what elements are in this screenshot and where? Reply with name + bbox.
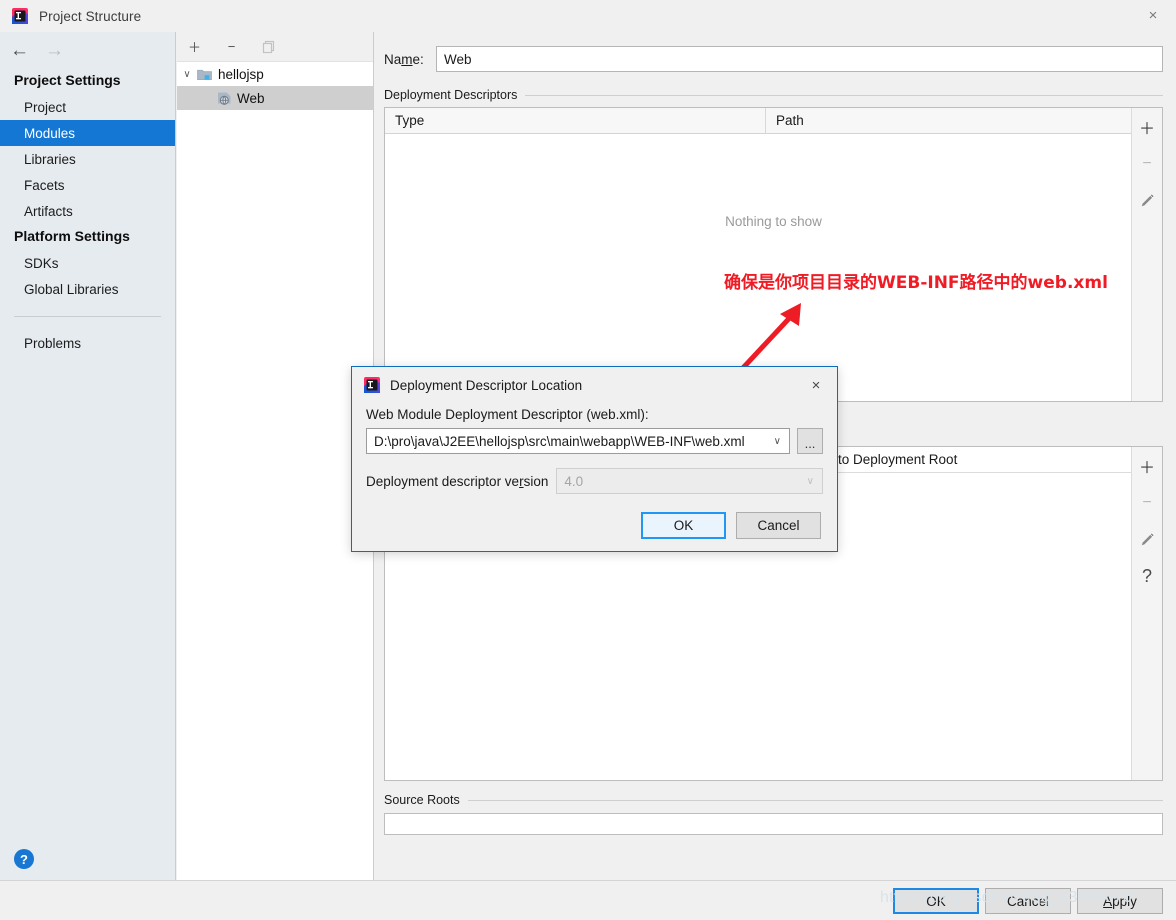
module-name-input[interactable] — [436, 46, 1163, 72]
descriptor-path-combobox[interactable]: D:\pro\java\J2EE\hellojsp\src\main\webap… — [366, 428, 790, 454]
intellij-idea-logo-icon — [364, 377, 390, 393]
deployment-descriptor-location-dialog: Deployment Descriptor Location × Web Mod… — [351, 366, 838, 552]
edit-descriptor-icon[interactable] — [1132, 182, 1163, 219]
sidebar-item-project[interactable]: Project — [0, 94, 175, 120]
descriptor-version-value: 4.0 — [564, 473, 584, 489]
sidebar-item-libraries[interactable]: Libraries — [0, 146, 175, 172]
descriptor-version-row: Deployment descriptor version 4.0 ∨ — [366, 468, 823, 494]
module-name-row: Name: — [384, 46, 1163, 72]
sidebar-item-label: Facets — [24, 177, 65, 193]
dialog-close-icon[interactable]: × — [799, 371, 833, 399]
sidebar-navigation: ← → — [0, 32, 175, 68]
remove-resource-icon[interactable]: − — [1132, 484, 1163, 521]
sidebar-item-label: Modules — [24, 125, 76, 141]
dialog-ok-button[interactable]: OK — [641, 512, 726, 539]
tree-node-web[interactable]: Web — [177, 86, 373, 110]
sidebar-divider — [14, 316, 161, 317]
section-rule — [467, 799, 1163, 801]
chevron-down-icon[interactable]: ∨ — [774, 436, 781, 447]
section-rule — [525, 94, 1163, 96]
remove-module-icon[interactable]: − — [223, 38, 240, 55]
sidebar-item-label: Global Libraries — [24, 281, 119, 297]
descriptors-side-toolbar: ＋ − — [1131, 108, 1162, 401]
browse-file-button[interactable]: ... — [797, 428, 823, 454]
edit-resource-icon[interactable] — [1132, 521, 1163, 558]
copy-module-icon[interactable] — [260, 38, 277, 55]
back-arrow-icon[interactable]: ← — [10, 41, 29, 60]
column-header-path[interactable]: Path — [765, 108, 1131, 133]
project-structure-window: Project Structure × ← → Project Settings… — [0, 0, 1176, 920]
resources-side-toolbar: ＋ − ? — [1131, 447, 1162, 780]
dialog-title: Deployment Descriptor Location — [390, 377, 583, 393]
source-roots-section-header: Source Roots — [384, 793, 1163, 807]
add-resource-icon[interactable]: ＋ — [1132, 447, 1163, 484]
tree-node-label: hellojsp — [218, 66, 264, 82]
intellij-idea-logo-icon — [12, 8, 28, 24]
sidebar-item-label: Artifacts — [24, 203, 73, 219]
web-facet-icon — [217, 91, 232, 105]
dialog-titlebar: Deployment Descriptor Location × — [352, 367, 837, 403]
tree-node-hellojsp[interactable]: ∨ hellojsp — [177, 62, 373, 86]
annotation-text: 确保是你项目目录的WEB-INF路径中的web.xml — [724, 273, 1108, 293]
remove-descriptor-icon[interactable]: − — [1132, 145, 1163, 182]
module-tree-toolbar: ＋ − — [177, 32, 373, 62]
window-close-icon[interactable]: × — [1130, 0, 1176, 30]
descriptor-version-combobox[interactable]: 4.0 ∨ — [556, 468, 823, 494]
sidebar-group-project-settings: Project Settings — [14, 72, 121, 88]
sidebar-item-global-libraries[interactable]: Global Libraries — [0, 276, 175, 302]
sidebar-item-facets[interactable]: Facets — [0, 172, 175, 198]
sidebar-item-label: Libraries — [24, 151, 76, 167]
source-roots-box[interactable] — [384, 813, 1163, 835]
module-name-label: Name: — [384, 51, 424, 67]
tree-node-label: Web — [237, 90, 265, 106]
window-title: Project Structure — [39, 8, 142, 24]
module-tree-panel: ＋ − ∨ hellojsp Web — [177, 32, 374, 880]
dialog-button-row: OK Cancel — [641, 512, 821, 539]
column-header-type[interactable]: Type — [385, 108, 765, 133]
watermark-text: https://blog.csdn.net/qq_43936670 — [880, 889, 1133, 906]
sidebar-item-label: Problems — [24, 335, 82, 351]
descriptor-path-label: Web Module Deployment Descriptor (web.xm… — [366, 407, 649, 422]
chevron-down-icon[interactable]: ∨ — [177, 69, 197, 80]
help-icon[interactable]: ? — [14, 849, 34, 869]
sidebar-item-artifacts[interactable]: Artifacts — [0, 198, 175, 224]
chevron-down-icon[interactable]: ∨ — [807, 476, 814, 487]
window-titlebar: Project Structure × — [0, 0, 1176, 32]
sidebar-item-sdks[interactable]: SDKs — [0, 250, 175, 276]
module-folder-icon — [197, 68, 212, 81]
help-resource-icon[interactable]: ? — [1132, 558, 1163, 595]
dialog-cancel-button[interactable]: Cancel — [736, 512, 821, 539]
deployment-descriptors-section-header: Deployment Descriptors — [384, 88, 1163, 102]
source-roots-title: Source Roots — [384, 793, 460, 807]
add-descriptor-icon[interactable]: ＋ — [1132, 108, 1163, 145]
table-header-row: Type Path — [385, 108, 1162, 134]
sidebar-item-label: SDKs — [24, 255, 59, 271]
descriptor-path-value: D:\pro\java\J2EE\hellojsp\src\main\webap… — [374, 433, 745, 449]
empty-state-text: Nothing to show — [725, 214, 822, 229]
sidebar-item-modules[interactable]: Modules — [0, 120, 175, 146]
sidebar-group-platform-settings: Platform Settings — [14, 228, 130, 244]
forward-arrow-icon[interactable]: → — [45, 41, 64, 60]
deployment-descriptors-title: Deployment Descriptors — [384, 88, 518, 102]
settings-sidebar: ← → Project Settings Project Modules Lib… — [0, 32, 176, 880]
add-module-icon[interactable]: ＋ — [186, 38, 203, 55]
descriptor-path-row: D:\pro\java\J2EE\hellojsp\src\main\webap… — [366, 428, 823, 454]
sidebar-item-label: Project — [24, 99, 67, 115]
sidebar-item-problems[interactable]: Problems — [0, 330, 175, 356]
descriptor-version-label: Deployment descriptor version — [366, 473, 549, 489]
